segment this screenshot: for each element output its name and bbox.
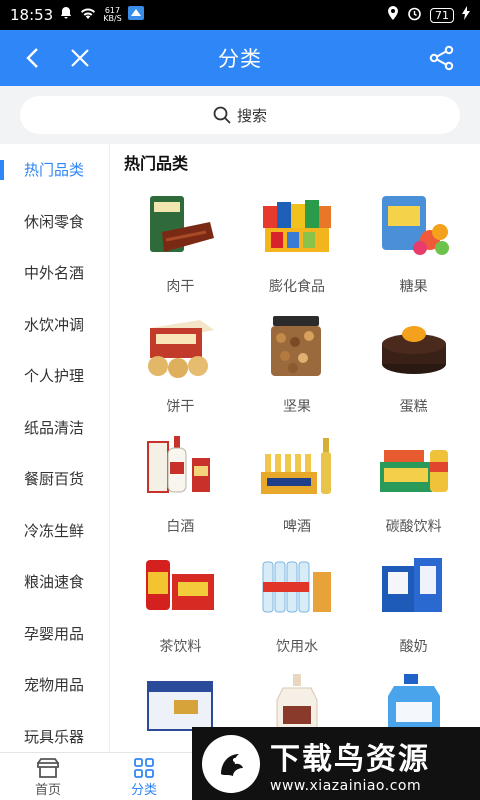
category-content: 热门品类 肉干 膨化食品 糖果 饼干 坚果 蛋糕 白酒 啤酒 碳酸饮料 茶饮料 … <box>110 144 480 752</box>
sidebar-item-kitchen[interactable]: 餐厨百货 <box>0 453 109 505</box>
sidebar-item-pet[interactable]: 宠物用品 <box>0 659 109 711</box>
app-header: 分类 <box>0 30 480 86</box>
category-sidebar: 热门品类 休闲零食 中外名酒 水饮冲调 个人护理 纸品清洁 餐厨百货 冷冻生鲜 … <box>0 144 110 752</box>
sidebar-item-personal-care[interactable]: 个人护理 <box>0 350 109 402</box>
product-grid: 肉干 膨化食品 糖果 饼干 坚果 蛋糕 白酒 啤酒 碳酸饮料 茶饮料 饮用水 酸… <box>122 184 472 752</box>
sidebar-item-hot[interactable]: 热门品类 <box>0 144 109 196</box>
wifi-icon <box>79 6 97 24</box>
storefront-icon <box>37 758 59 778</box>
jerky-pack-icon <box>150 196 215 252</box>
category-tile[interactable]: 蛋糕 <box>355 304 472 424</box>
water-bottles-icon <box>262 561 331 613</box>
search-area: 搜索 <box>0 86 480 144</box>
search-icon <box>213 106 231 124</box>
watermark: 下载鸟资源 www.xiazainiao.com <box>192 727 480 800</box>
yogurt-box-icon <box>381 558 442 612</box>
soda-can-icon <box>379 450 448 492</box>
share-icon <box>429 45 454 71</box>
category-tile[interactable]: 糖果 <box>355 184 472 304</box>
status-time: 18:53 <box>10 6 54 24</box>
category-tile[interactable]: 饮用水 <box>239 544 356 664</box>
category-tile[interactable]: 啤酒 <box>239 424 356 544</box>
baijiu-bottle-icon <box>147 436 211 493</box>
watermark-title: 下载鸟资源 <box>270 741 430 777</box>
category-tile[interactable]: 白酒 <box>122 424 239 544</box>
sidebar-item-snacks[interactable]: 休闲零食 <box>0 196 109 248</box>
watermark-url: www.xiazainiao.com <box>270 777 422 794</box>
app-notification-icon <box>127 6 144 24</box>
net-speed: 617 KB/S <box>103 6 122 23</box>
candy-bag-icon <box>381 196 449 255</box>
category-tile[interactable]: 茶饮料 <box>122 544 239 664</box>
section-title: 热门品类 <box>124 154 189 173</box>
beer-case-icon <box>260 438 331 494</box>
category-tile[interactable]: 酸奶 <box>355 544 472 664</box>
tea-can-icon <box>146 560 215 610</box>
category-tile[interactable]: 肉干 <box>122 184 239 304</box>
search-placeholder: 搜索 <box>236 106 267 125</box>
page-title: 分类 <box>218 47 262 71</box>
nut-jar-icon <box>270 316 321 376</box>
sidebar-item-drinks[interactable]: 水饮冲调 <box>0 299 109 351</box>
bird-logo-icon <box>202 734 260 793</box>
sidebar-item-frozen[interactable]: 冷冻生鲜 <box>0 505 109 557</box>
bell-icon <box>59 6 73 24</box>
category-tile[interactable]: 碳酸饮料 <box>355 424 472 544</box>
status-bar: 18:53 617 KB/S 71 <box>0 0 480 30</box>
tab-category[interactable]: 分类 <box>114 757 174 798</box>
alarm-icon <box>407 6 422 25</box>
location-icon <box>387 6 399 24</box>
sidebar-item-baby[interactable]: 孕婴用品 <box>0 608 109 660</box>
category-tile[interactable]: 膨化食品 <box>239 184 356 304</box>
tab-home[interactable]: 首页 <box>18 757 78 798</box>
charging-icon <box>462 6 470 24</box>
battery-indicator: 71 <box>430 7 454 23</box>
category-grid-icon <box>134 758 154 778</box>
sidebar-item-liquor[interactable]: 中外名酒 <box>0 247 109 299</box>
sidebar-item-grain-oil[interactable]: 粮油速食 <box>0 556 109 608</box>
search-input[interactable]: 搜索 <box>20 96 460 134</box>
snack-bags-icon <box>262 200 331 252</box>
biscuit-box-icon <box>148 320 215 378</box>
sidebar-item-paper-cleaning[interactable]: 纸品清洁 <box>0 402 109 454</box>
cake-icon <box>381 326 446 374</box>
category-tile[interactable]: 饼干 <box>122 304 239 424</box>
share-button[interactable] <box>426 42 458 74</box>
category-tile[interactable]: 坚果 <box>239 304 356 424</box>
